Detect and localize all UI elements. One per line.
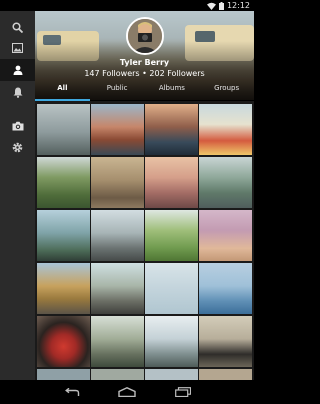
- photo-thumbnail[interactable]: [91, 157, 144, 208]
- photo-thumbnail[interactable]: [37, 210, 90, 261]
- photo-thumbnail[interactable]: [145, 157, 198, 208]
- photo-thumbnail[interactable]: [145, 369, 198, 380]
- clock: 12:12: [226, 1, 250, 10]
- back-icon: [65, 387, 80, 396]
- photo-thumbnail[interactable]: [37, 104, 90, 155]
- recents-icon: [175, 387, 191, 397]
- sidebar: [0, 11, 35, 380]
- profile-tabs: All Public Albums Groups: [35, 77, 254, 101]
- search-icon: [12, 21, 23, 33]
- sidebar-item-search[interactable]: [0, 16, 35, 38]
- photo-thumbnail[interactable]: [37, 263, 90, 314]
- profile-icon: [13, 65, 22, 75]
- avatar[interactable]: [126, 17, 164, 55]
- photo-thumbnail[interactable]: [199, 157, 252, 208]
- photo-thumbnail[interactable]: [199, 316, 252, 367]
- sidebar-item-profile[interactable]: [0, 59, 35, 81]
- tab-all[interactable]: All: [35, 77, 90, 101]
- navigation-bar: [0, 380, 254, 404]
- photo-thumbnail[interactable]: [199, 369, 252, 380]
- photo-grid: [35, 101, 254, 380]
- sidebar-item-settings[interactable]: [0, 136, 35, 158]
- tab-groups[interactable]: Groups: [199, 77, 254, 101]
- photo-thumbnail[interactable]: [199, 263, 252, 314]
- photo-thumbnail[interactable]: [91, 263, 144, 314]
- recents-button[interactable]: [168, 382, 198, 402]
- sidebar-item-notifications[interactable]: [0, 81, 35, 103]
- photo-thumbnail[interactable]: [145, 210, 198, 261]
- photo-thumbnail[interactable]: [199, 104, 252, 155]
- tab-albums[interactable]: Albums: [145, 77, 200, 101]
- photo-thumbnail[interactable]: [91, 369, 144, 380]
- photo-thumbnail[interactable]: [145, 316, 198, 367]
- status-bar: 12:12: [0, 0, 254, 11]
- back-button[interactable]: [57, 382, 87, 402]
- home-icon: [118, 387, 136, 397]
- profile-name: Tyler Berry: [119, 58, 170, 67]
- avatar-photo: [128, 19, 162, 53]
- notifications-icon: [13, 87, 22, 98]
- photo-thumbnail[interactable]: [37, 369, 90, 380]
- sidebar-item-camera[interactable]: [0, 115, 35, 137]
- camera-icon: [12, 121, 23, 131]
- photos-icon: [12, 43, 23, 53]
- sidebar-item-photos[interactable]: [0, 37, 35, 59]
- photo-thumbnail[interactable]: [199, 210, 252, 261]
- photo-thumbnail[interactable]: [91, 210, 144, 261]
- battery-icon: [218, 1, 224, 10]
- photo-thumbnail[interactable]: [91, 316, 144, 367]
- photo-thumbnail[interactable]: [91, 104, 144, 155]
- photo-thumbnail[interactable]: [145, 104, 198, 155]
- home-button[interactable]: [112, 382, 142, 402]
- photo-thumbnail[interactable]: [37, 316, 90, 367]
- wifi-icon: [206, 2, 216, 10]
- photo-thumbnail[interactable]: [37, 157, 90, 208]
- settings-icon: [12, 142, 23, 152]
- tab-public[interactable]: Public: [90, 77, 145, 101]
- photo-thumbnail[interactable]: [145, 263, 198, 314]
